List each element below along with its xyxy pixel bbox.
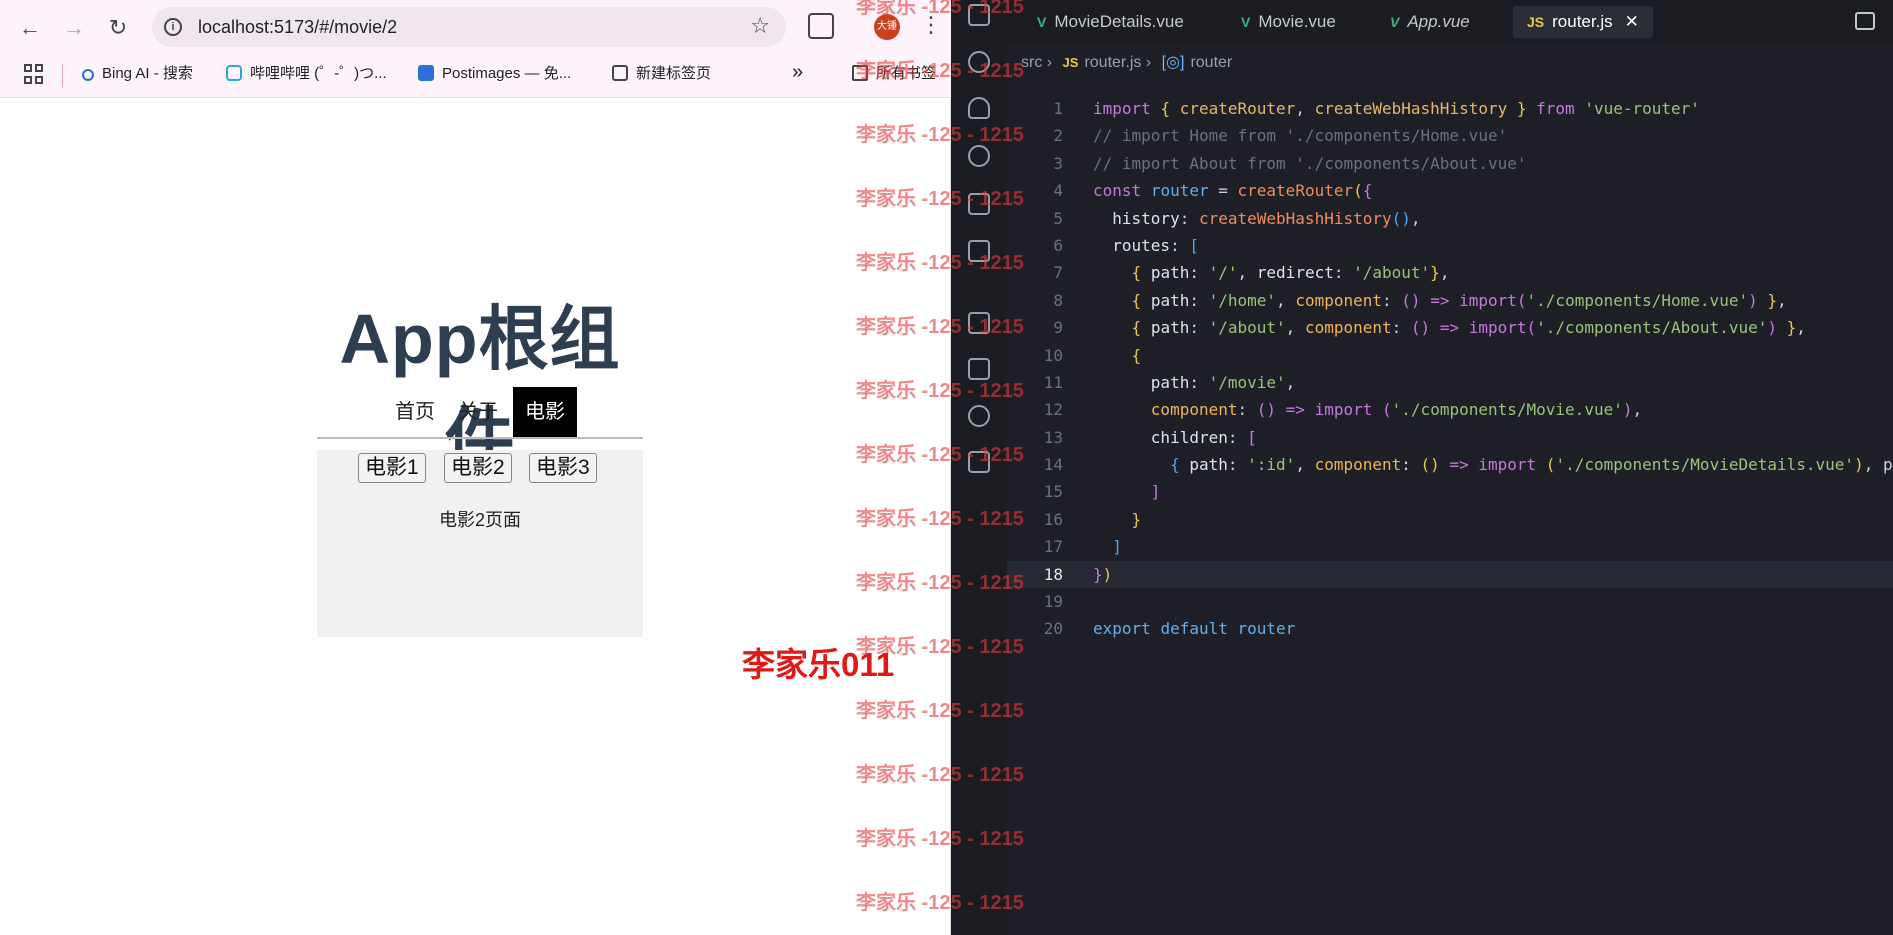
bookmark-bing[interactable]: Bing AI - 搜索 <box>82 62 193 86</box>
search-icon <box>82 69 94 81</box>
back-icon[interactable]: ← <box>12 10 48 46</box>
bookmark-bilibili[interactable]: 哔哩哔哩 (゜-゜)つ... <box>226 62 387 86</box>
movie-link-2[interactable]: 电影2 <box>444 453 512 483</box>
bookmark-label: 新建标签页 <box>636 65 712 82</box>
js-icon: JS <box>1527 14 1545 30</box>
bilibili-icon <box>226 65 242 81</box>
movie-link-3[interactable]: 电影3 <box>529 453 597 483</box>
code-area[interactable]: 1 import { createRouter, createWebHashHis… <box>1007 95 1893 643</box>
bookmarks-divider <box>62 64 63 88</box>
vue-icon: V <box>1241 14 1251 30</box>
movie-panel: 电影1 电影2 电影3 电影2页面 <box>317 450 643 637</box>
vue-icon: V <box>1037 14 1047 30</box>
watermark-text: 李家乐 -125 - 1215 <box>856 892 1024 914</box>
nav-link-movie[interactable]: 电影 <box>513 387 577 437</box>
code-line: 12 component: () => import ('./component… <box>1007 396 1893 423</box>
close-icon[interactable]: ✕ <box>1625 12 1639 31</box>
code-line: 17 ] <box>1007 533 1893 560</box>
watermark-text: 李家乐 -125 - 1215 <box>856 700 1024 722</box>
code-line: 3// import About from './components/Abou… <box>1007 150 1893 177</box>
watermark-text: 李家乐 -125 - 1215 <box>856 316 1024 338</box>
code-line: 19 <box>1007 588 1893 615</box>
watermark-text: 李家乐 -125 - 1215 <box>856 828 1024 850</box>
movie-link-1[interactable]: 电影1 <box>358 453 426 483</box>
browser-window: ← → ↻ i localhost:5173/#/movie/2 ☆ 大锤 ⋮ … <box>0 0 951 935</box>
breadcrumb: src › JS router.js › [◎] router <box>1021 54 1233 71</box>
tab-label: router.js <box>1552 12 1613 31</box>
watermark-text: 李家乐 -125 - 1215 <box>856 380 1024 402</box>
tab-router[interactable]: JS router.js ✕ <box>1513 6 1653 38</box>
forward-icon[interactable]: → <box>56 10 92 46</box>
vue-icon: V <box>1390 14 1400 30</box>
watermark-text: 李家乐 -125 - 1215 <box>856 508 1024 530</box>
source-control-icon[interactable] <box>968 97 990 119</box>
bookmark-new-tab[interactable]: 新建标签页 <box>612 62 711 86</box>
code-line: 1 import { createRouter, createWebHashHis… <box>1007 95 1893 122</box>
code-editor: V MovieDetails.vue V Movie.vue V App.vue JS… <box>951 0 1893 935</box>
watermark-text: 李家乐 -125 - 1215 <box>856 444 1024 466</box>
tab-app[interactable]: V App.vue <box>1376 6 1484 38</box>
tab-label: App.vue <box>1407 12 1470 31</box>
more-bookmarks-icon[interactable]: » <box>792 60 803 84</box>
breadcrumb-symbol[interactable]: router <box>1190 54 1232 71</box>
code-line: 15 ] <box>1007 478 1893 505</box>
reload-icon[interactable]: ↻ <box>100 10 136 46</box>
watermark-text: 李家乐 -125 - 1215 <box>856 252 1024 274</box>
new-tab-icon <box>612 65 628 81</box>
watermark-text: 李家乐 -125 - 1215 <box>856 124 1024 146</box>
tab-label: Movie.vue <box>1258 12 1336 31</box>
code-line: 18}) <box>1007 560 1893 589</box>
bookmark-label: 哔哩哔哩 (゜-゜)つ... <box>250 65 387 82</box>
tab-label: MovieDetails.vue <box>1054 12 1184 31</box>
code-line: 11 path: '/movie', <box>1007 369 1893 396</box>
watermark-text: 李家乐 -125 - 1215 <box>856 764 1024 786</box>
code-line: 5 history: createWebHashHistory(), <box>1007 205 1893 232</box>
code-line: 13 children: [ <box>1007 424 1893 451</box>
address-bar[interactable]: i localhost:5173/#/movie/2 ☆ <box>152 7 786 47</box>
code-line: 8 { path: '/home', component: () => impo… <box>1007 287 1893 314</box>
js-icon: JS <box>1062 55 1079 70</box>
breadcrumb-src[interactable]: src <box>1021 54 1042 71</box>
code-line: 16 } <box>1007 506 1893 533</box>
extensions-icon[interactable] <box>808 13 834 39</box>
code-line: 9 { path: '/about', component: () => imp… <box>1007 314 1893 341</box>
site-info-icon[interactable]: i <box>164 18 182 36</box>
bookmark-star-icon[interactable]: ☆ <box>750 13 770 39</box>
split-editor-icon[interactable] <box>1855 12 1875 30</box>
code-line: 6 routes: [ <box>1007 232 1893 259</box>
tab-moviedetails[interactable]: V MovieDetails.vue <box>1023 6 1198 38</box>
postimages-icon <box>418 65 434 81</box>
deploy-icon[interactable] <box>968 405 990 427</box>
code-line: 10 { <box>1007 342 1893 369</box>
tab-movie[interactable]: V Movie.vue <box>1227 6 1350 38</box>
line-number: 10 <box>1043 345 1063 365</box>
watermark-label: 李家乐011 <box>742 646 895 683</box>
watermark-text: 李家乐 -125 - 1215 <box>856 60 1024 82</box>
watermark-text: 李家乐 -125 - 1215 <box>856 0 1024 18</box>
line-number: 17 <box>1043 537 1063 557</box>
editor-tabs: V MovieDetails.vue V Movie.vue V App.vue JS… <box>1007 0 1893 43</box>
symbol-icon: [◎] <box>1161 54 1185 71</box>
bookmark-postimages[interactable]: Postimages — 免... <box>418 62 571 86</box>
nav-link-about[interactable]: 关于 <box>446 387 510 437</box>
code-line: 2// import Home from './components/Home.… <box>1007 122 1893 149</box>
code-line: 20 export default router <box>1007 615 1893 642</box>
app-nav: 首页 关于 电影 <box>317 387 643 439</box>
apps-icon[interactable] <box>24 64 44 84</box>
code-line: 4 const router = createRouter({ <box>1007 177 1893 204</box>
code-line: 14 { path: ':id', component: () => impor… <box>1007 451 1893 478</box>
nav-link-home[interactable]: 首页 <box>383 387 447 437</box>
bookmark-label: Bing AI - 搜索 <box>102 65 193 82</box>
movie-details-text: 电影2页面 <box>438 510 521 530</box>
remote-icon[interactable] <box>968 145 990 167</box>
watermark-text: 李家乐 -125 - 1215 <box>856 572 1024 594</box>
breadcrumb-file[interactable]: router.js <box>1084 54 1141 71</box>
watermark-text: 李家乐 -125 - 1215 <box>856 188 1024 210</box>
code-line: 7 { path: '/', redirect: '/about'}, <box>1007 259 1893 286</box>
url-text[interactable]: localhost:5173/#/movie/2 <box>198 17 397 38</box>
line-number: 3 <box>1053 153 1063 173</box>
bookmark-label: Postimages — 免... <box>442 65 572 82</box>
browser-toolbar: ← → ↻ i localhost:5173/#/movie/2 ☆ 大锤 ⋮ <box>0 0 951 54</box>
